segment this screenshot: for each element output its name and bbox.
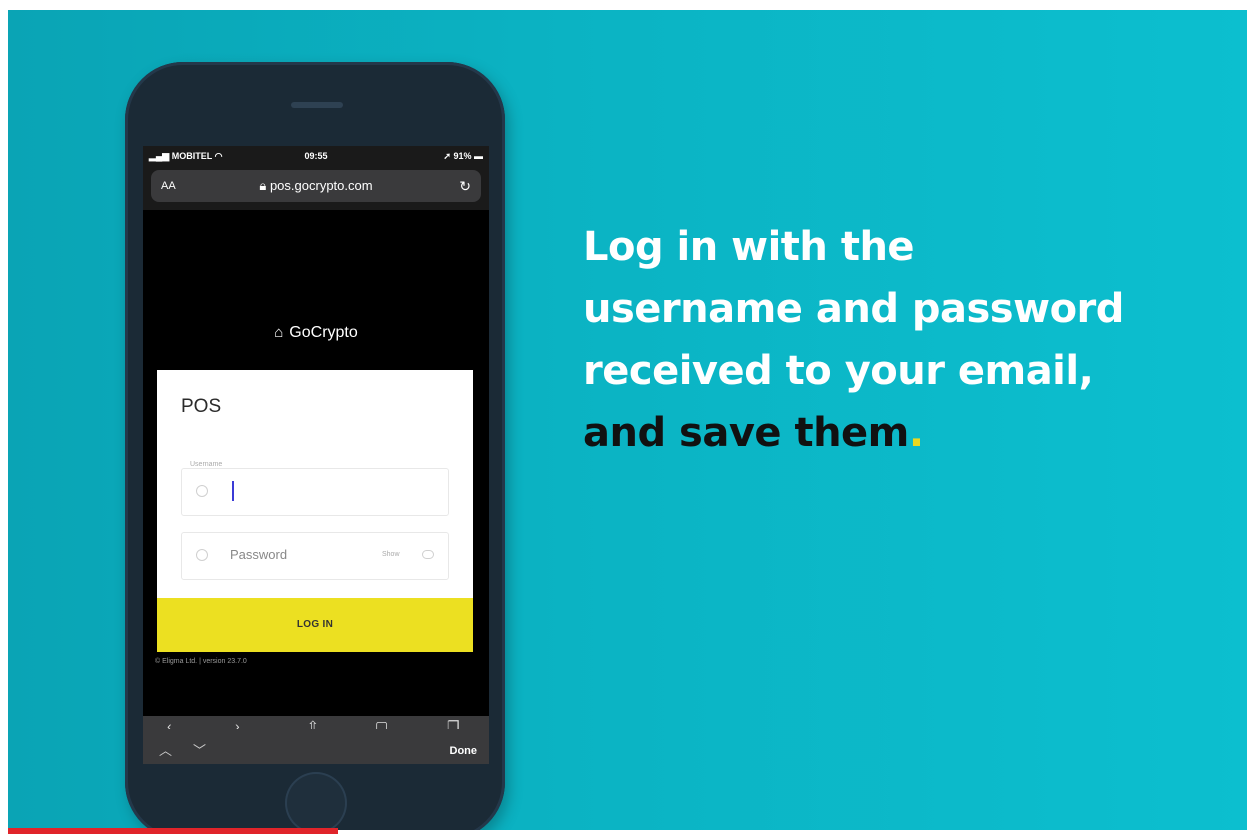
user-icon [196, 485, 208, 497]
page-title: POS [181, 396, 222, 417]
headline-line-4: and save them. [583, 410, 924, 456]
version-footer: © Eligma Ltd. | version 23.7.0 [155, 658, 247, 665]
home-button [285, 772, 347, 830]
headline-line-2: username and password [583, 286, 1124, 332]
browser-address-area: AA 🔒︎ pos.gocrypto.com ↻ [143, 166, 489, 210]
gocrypto-logo: ⌂ GoCrypto [143, 324, 489, 342]
gocrypto-logo-icon: ⌂ [274, 324, 284, 341]
previous-field-icon[interactable]: ︿ [159, 738, 172, 764]
phone-screen: ▂▄▆ MOBITEL ◠ 09:55 ➚ 91% ▬ AA 🔒︎ pos.go… [143, 146, 489, 764]
next-field-icon[interactable]: ﹀ [193, 738, 206, 764]
password-field[interactable]: Password Show [181, 532, 449, 580]
browser-toolbar: ‹ › ⇧ ▢ ❐ ︿ ﹀ Done [143, 716, 489, 764]
address-bar[interactable]: AA 🔒︎ pos.gocrypto.com ↻ [151, 170, 481, 202]
brand-name: GoCrypto [289, 324, 358, 341]
username-field[interactable]: Username [181, 461, 449, 516]
status-time: 09:55 [304, 151, 328, 161]
share-icon[interactable]: ⇧ [307, 715, 319, 729]
login-button[interactable]: LOG IN [157, 598, 473, 652]
phone-speaker [291, 102, 343, 108]
phone-mockup: ▂▄▆ MOBITEL ◠ 09:55 ➚ 91% ▬ AA 🔒︎ pos.go… [125, 62, 505, 830]
status-bar: ▂▄▆ MOBITEL ◠ 09:55 ➚ 91% ▬ [143, 146, 489, 166]
bookmarks-icon[interactable]: ▢ [375, 715, 388, 729]
text-caret [232, 481, 234, 501]
back-icon[interactable]: ‹ [167, 715, 172, 729]
eye-icon[interactable] [422, 550, 434, 559]
keyboard-accessory-bar: ︿ ﹀ Done [143, 738, 489, 764]
instruction-headline: Log in with the username and password re… [583, 216, 1223, 464]
done-button[interactable]: Done [450, 738, 478, 764]
headline-line-3: received to your email, [583, 348, 1094, 394]
username-label: Username [188, 461, 225, 468]
lock-icon [196, 549, 208, 561]
headline-line-1: Log in with the [583, 224, 915, 270]
forward-icon[interactable]: › [235, 715, 240, 729]
tabs-icon[interactable]: ❐ [447, 715, 460, 729]
video-progress-bar[interactable] [8, 828, 338, 834]
video-frame: ▂▄▆ MOBITEL ◠ 09:55 ➚ 91% ▬ AA 🔒︎ pos.go… [8, 10, 1247, 830]
battery-indicator: ➚ 91% ▬ [443, 151, 483, 161]
password-placeholder: Password [230, 547, 288, 562]
reload-icon[interactable]: ↻ [459, 170, 471, 202]
headline-dot: . [908, 410, 924, 456]
url-text: 🔒︎ pos.gocrypto.com [259, 178, 373, 193]
login-card: POS Username Password Show LOG IN [157, 370, 473, 652]
show-password-toggle[interactable]: Show [382, 551, 400, 558]
